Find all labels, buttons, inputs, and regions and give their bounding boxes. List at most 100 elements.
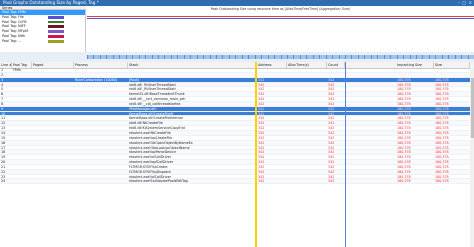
cell-impacting: 180,378 <box>397 97 411 101</box>
cell-address: 342 <box>258 174 265 179</box>
cell-size: 180,378 <box>435 97 449 101</box>
cell-count: 342 <box>328 97 335 101</box>
cell-line: 14 <box>1 130 6 135</box>
series-color-swatch <box>48 11 64 14</box>
cell-stack: ntoskrnl.exe!IofCallDriver <box>129 174 171 179</box>
cell-alloc <box>287 155 327 159</box>
cell-impacting: 180,378 <box>397 111 411 116</box>
cell-size: 180,378 <box>435 164 449 169</box>
cell-tag <box>12 175 32 179</box>
cell-process <box>74 155 128 159</box>
cell-address: 342 <box>258 179 265 184</box>
series-list: Pool Tag: FMfn Pool Tag: File Pool Tag: Cc… <box>0 10 86 52</box>
cell-stack: ntoskrnl.exe!IopParseDevice <box>129 150 176 155</box>
timeline-strip[interactable] <box>87 55 474 59</box>
timeline-tick <box>177 55 179 59</box>
timeline-tick <box>422 55 424 59</box>
timeline-tick <box>99 55 101 59</box>
cell-impacting: 180,378 <box>397 150 411 155</box>
cell-size: 180,378 <box>435 179 449 184</box>
cell-stack: FLTMGR.SYS!FltpCreate <box>129 164 168 169</box>
cell-size: 180,378 <box>435 145 449 150</box>
timeline-tick <box>403 55 405 59</box>
timeline-tick <box>241 55 243 59</box>
cell-line: 17 <box>1 145 6 150</box>
cell-tag <box>12 170 32 174</box>
cell-address: 342 <box>258 92 265 97</box>
cell-stack: ntoskrnl.exe!IopCreateFile <box>129 135 173 140</box>
series-item-label: Pool Tag: Ntfk <box>2 33 26 38</box>
cell-line: 18 <box>1 150 6 155</box>
cell-alloc <box>287 150 327 154</box>
cell-tag <box>12 73 32 77</box>
cell-stack <box>128 68 256 72</box>
cell-line: 3 <box>1 77 4 82</box>
cell-paged <box>32 87 74 91</box>
cell-count: 342 <box>328 155 335 160</box>
cell-process <box>74 73 128 77</box>
cell-count: 342 <box>328 92 335 97</box>
timeline-tick <box>306 55 308 59</box>
cell-alloc <box>287 102 327 106</box>
cell-count: 342 <box>328 140 335 145</box>
cell-address: 342 <box>258 121 265 126</box>
cell-alloc <box>287 136 327 140</box>
cell-tag: FMfn <box>13 68 21 72</box>
cell-paged <box>32 116 74 120</box>
pivot-separator[interactable] <box>255 62 257 247</box>
cell-count: 342 <box>328 130 335 135</box>
timeline-tick <box>467 55 469 59</box>
cell-stack: [Root] <box>129 77 140 82</box>
cell-line: 20 <box>1 160 6 164</box>
cell-paged <box>32 150 74 154</box>
cell-paged <box>32 155 74 159</box>
timeline-tick <box>106 55 108 59</box>
timeline-tick <box>299 55 301 59</box>
cell-paged <box>32 97 74 101</box>
cell-paged <box>32 126 74 130</box>
table-row[interactable]: 24 ntoskrnl.exe!ExAllocatePoolWithTag 342 3… <box>0 179 474 185</box>
cell-address: 342 <box>258 101 265 106</box>
timeline-tick <box>209 55 211 59</box>
vertical-scrollbar[interactable] <box>470 68 474 247</box>
cell-count: 342 <box>328 150 335 155</box>
cell-impacting: 180,378 <box>397 87 411 92</box>
series-item[interactable]: Pool Tag: ... <box>0 39 85 44</box>
graph-area[interactable]: Peak Outstanding Size using resource tim… <box>87 6 474 53</box>
cell-paged <box>32 146 74 150</box>
cell-process <box>74 97 128 101</box>
cell-size <box>434 68 470 72</box>
cell-stack: ntoskrnl.exe!ExAllocatePoolWithTag <box>129 179 188 184</box>
cell-address <box>257 73 287 77</box>
cell-process <box>74 165 128 169</box>
timeline-tick <box>312 55 314 59</box>
timeline-tick <box>415 55 417 59</box>
scrollbar-thumb[interactable] <box>470 78 474 138</box>
cell-paged <box>32 83 74 87</box>
cell-stack <box>128 73 256 77</box>
cell-stack: kernel32.dll!BaseThreadInitThunk <box>129 92 185 97</box>
cell-address: 342 <box>258 87 265 92</box>
cell-stack: KernelBase.dll!CreateFileInternal <box>129 116 183 121</box>
cell-process <box>74 83 128 87</box>
cell-address: 342 <box>258 164 265 169</box>
cell-tag <box>12 116 32 120</box>
series-line-fmfn <box>87 16 474 17</box>
cell-process <box>74 146 128 150</box>
cell-impacting: 180,378 <box>397 116 411 121</box>
cell-impacting: 180,378 <box>397 174 411 179</box>
graph-column-separator[interactable] <box>345 62 346 247</box>
cell-size: 180,378 <box>435 92 449 97</box>
cell-process <box>74 92 128 96</box>
timeline-tick <box>157 55 159 59</box>
timeline-tick <box>435 55 437 59</box>
cell-stack: ntoskrnl.exe!IofCallDriver <box>129 155 171 160</box>
cell-stack: ntdll.dll!__scrt_common_main_seh <box>129 97 186 101</box>
timeline-tick <box>132 55 134 59</box>
cell-paged <box>32 92 74 96</box>
cell-alloc <box>287 83 327 87</box>
cell-size: 180,378 <box>435 150 449 155</box>
cell-process <box>74 112 128 116</box>
cell-tag <box>12 83 32 87</box>
timeline-tick <box>364 55 366 59</box>
